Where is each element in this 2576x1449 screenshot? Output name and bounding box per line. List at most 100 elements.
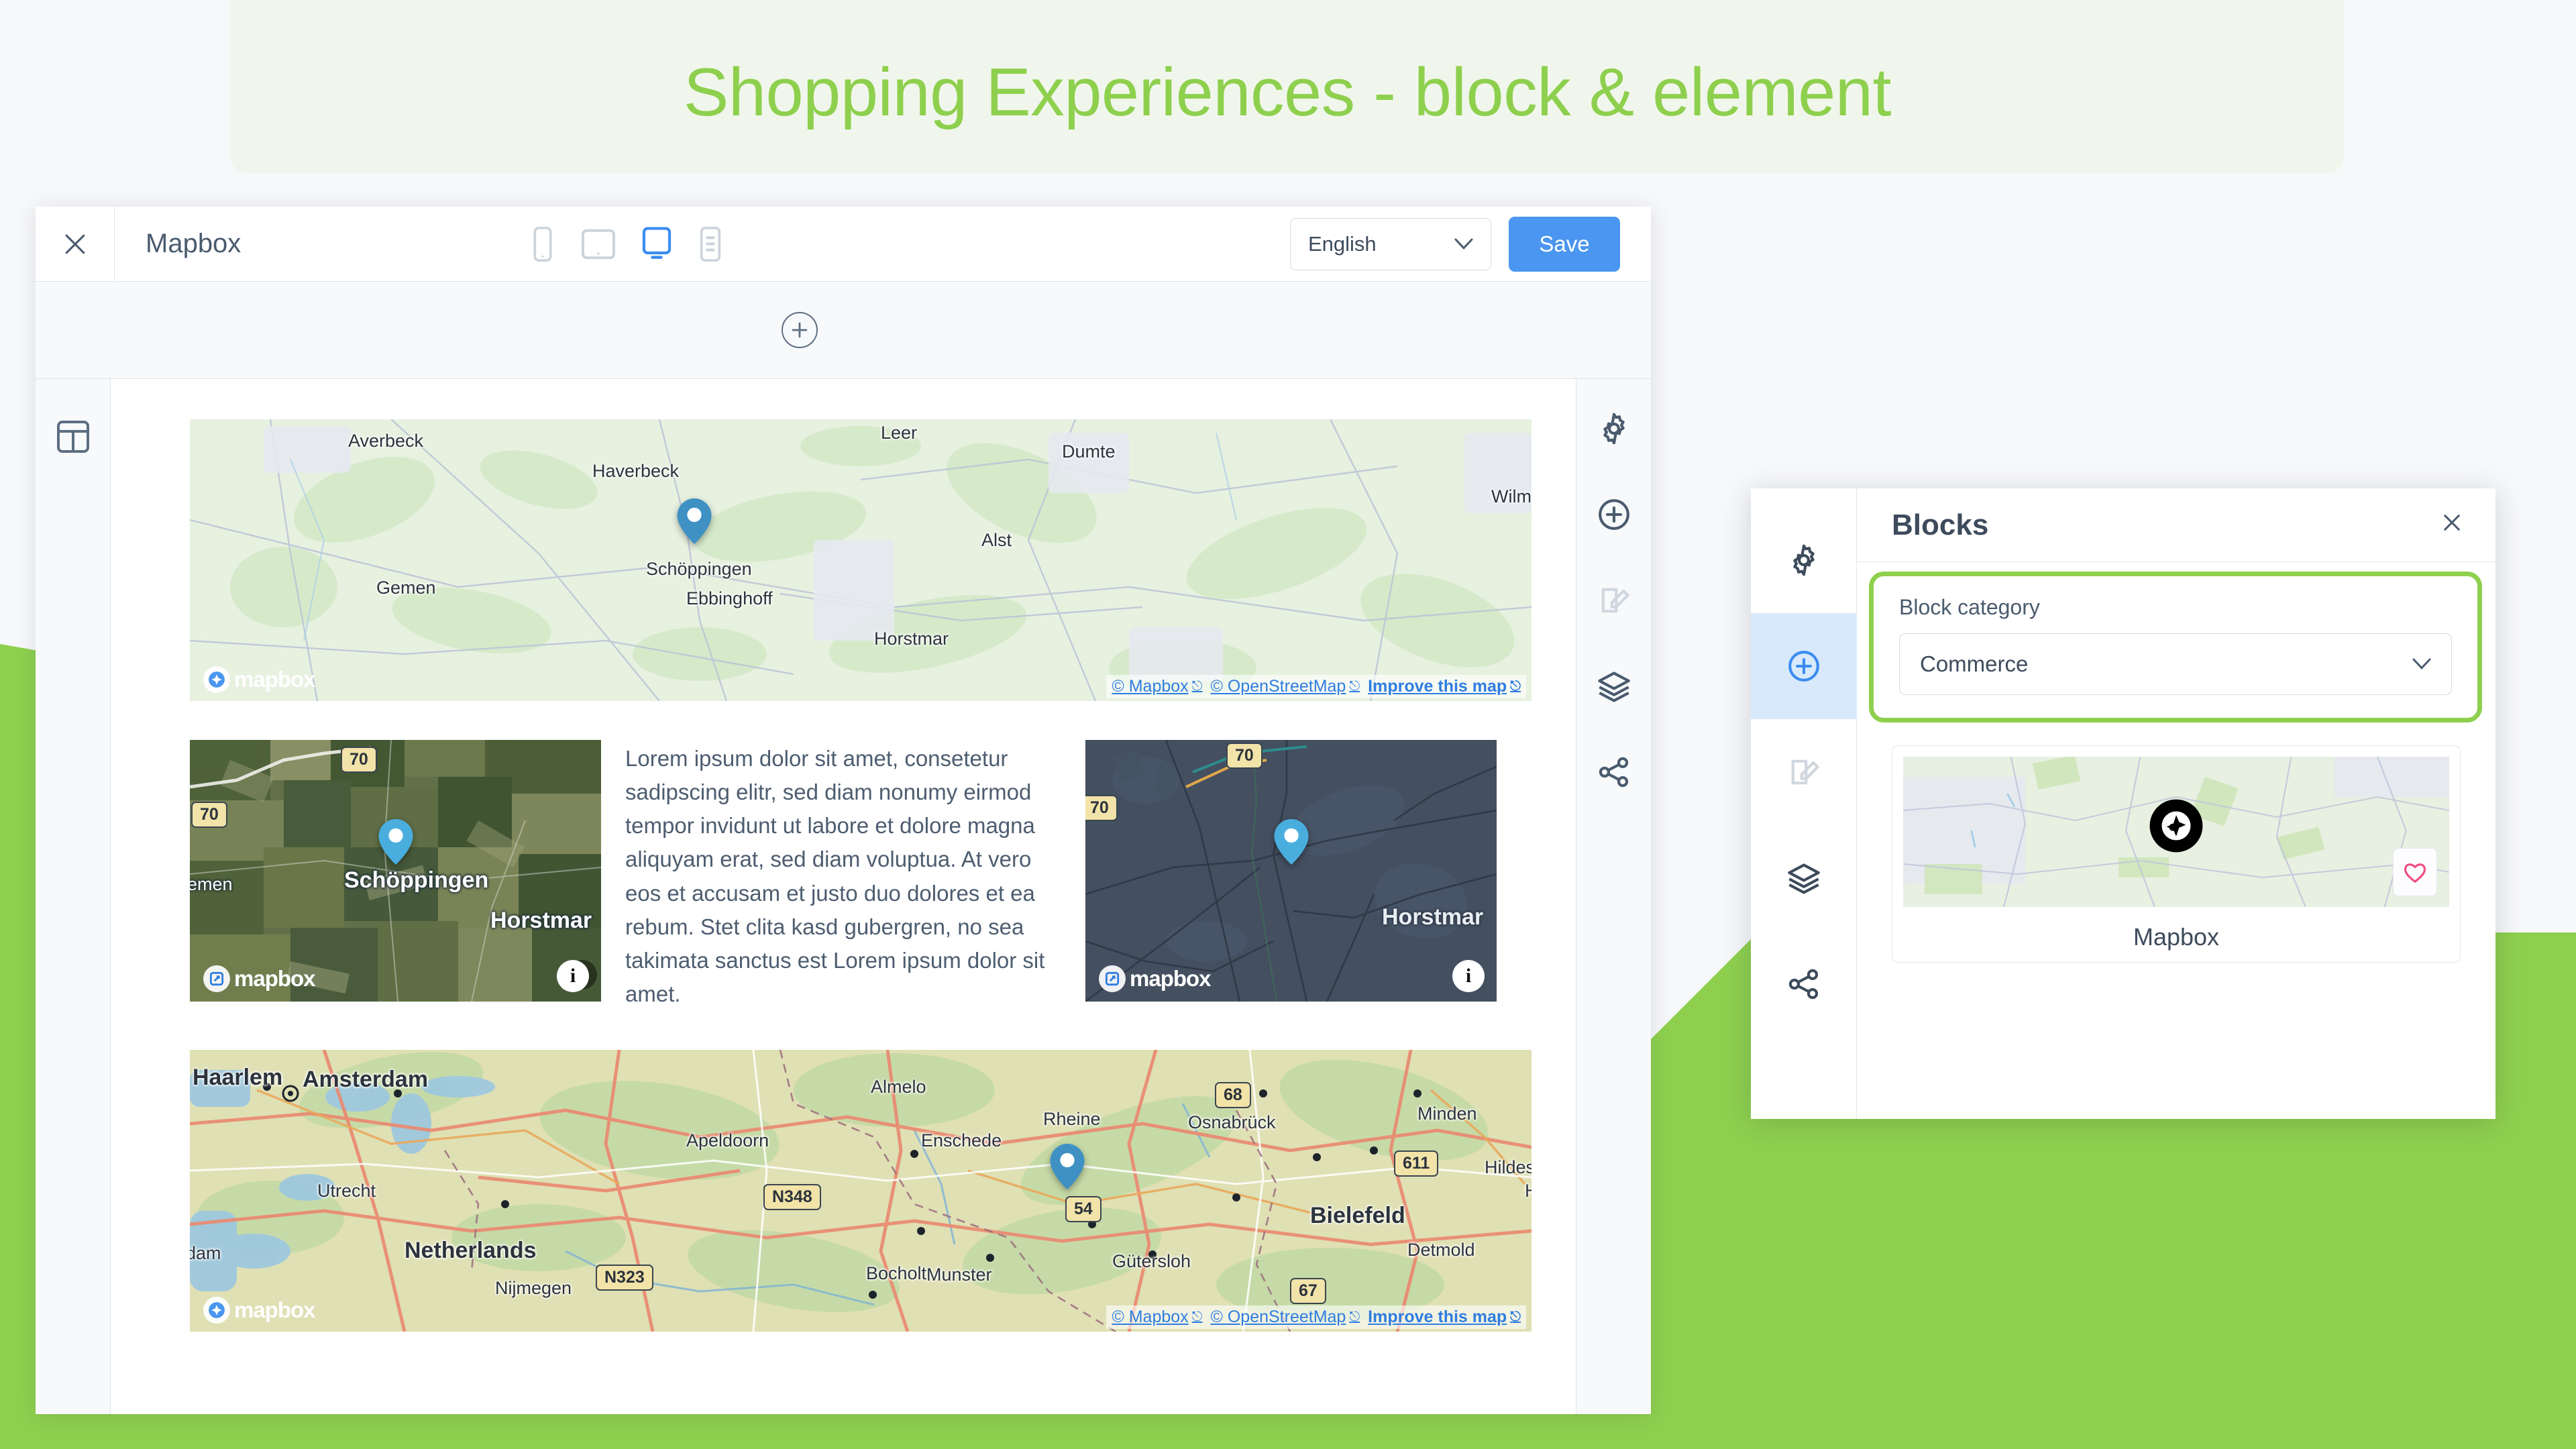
map-label: Minden <box>1417 1104 1477 1124</box>
mapbox-logo-icon <box>203 965 230 992</box>
mapbox-wordmark: mapbox <box>203 1297 316 1324</box>
page-banner: Shopping Experiences - block & element <box>231 0 2344 173</box>
map-info-button[interactable]: i <box>557 960 589 992</box>
map-info-button[interactable]: i <box>1452 960 1485 992</box>
heart-icon <box>2404 863 2426 883</box>
close-icon <box>65 234 85 254</box>
device-content-view-button[interactable] <box>697 226 724 262</box>
gear-icon <box>1603 413 1625 445</box>
panel-item-add-block[interactable] <box>1750 613 1857 719</box>
map-satellite-labels: Schöppingen Horstmar emen <box>190 740 601 1002</box>
editor-window: Mapbox English Save Averbeck Haverbeck L… <box>36 206 1651 1414</box>
language-select[interactable]: English <box>1290 217 1491 270</box>
highway-shield: 67 <box>1290 1278 1326 1305</box>
external-link-icon: ⎋ <box>1510 1309 1521 1325</box>
blocks-panel: Blocks Block category Commerce Mapbox <box>1750 488 2496 1119</box>
attribution-osm-link[interactable]: © OpenStreetMap ⎋ <box>1210 1307 1360 1327</box>
plus-circle-icon <box>1598 499 1629 530</box>
plus-circle-icon <box>792 322 808 338</box>
map-pin-icon <box>1050 1144 1085 1190</box>
attribution-improve-text: Improve this map <box>1368 1307 1507 1327</box>
editor-right-rail <box>1576 379 1651 1414</box>
page-title: Shopping Experiences - block & element <box>683 55 1892 130</box>
attribution-osm-link[interactable]: © OpenStreetMap ⎋ <box>1210 677 1360 696</box>
block-item-mapbox[interactable]: Mapbox <box>1892 745 2461 963</box>
mapbox-wordmark-text: mapbox <box>1130 966 1212 991</box>
close-editor-button[interactable] <box>36 206 115 282</box>
panel-item-edit-content[interactable] <box>1751 719 1857 825</box>
chevron-down-icon <box>1454 238 1473 250</box>
attribution-mapbox-link[interactable]: © Mapbox ⎋ <box>1112 1307 1202 1327</box>
external-link-icon: ⎋ <box>1191 1309 1203 1325</box>
device-tablet-button[interactable] <box>580 229 616 260</box>
external-link-icon: ⎋ <box>1349 1309 1360 1325</box>
edit-document-icon <box>1601 588 1629 613</box>
map-attribution: © Mapbox ⎋ © OpenStreetMap ⎋ Improve this … <box>1106 675 1526 698</box>
map-label: Netherlands <box>405 1238 537 1264</box>
body-paragraph: Lorem ipsum dolor sit amet, consetetur s… <box>625 746 1045 1007</box>
map-label: Leer <box>881 423 918 443</box>
panel-item-settings[interactable] <box>1751 507 1857 613</box>
mobile-icon <box>533 226 552 262</box>
gear-icon <box>1792 544 1815 576</box>
device-mobile-button[interactable] <box>529 226 556 262</box>
block-category-highlight: Block category Commerce <box>1869 572 2482 722</box>
map-label: Rheine <box>1043 1109 1101 1130</box>
highway-shield: N323 <box>596 1265 653 1291</box>
sidebar-item-sections[interactable] <box>56 419 91 458</box>
info-icon: i <box>570 965 576 987</box>
editor-toolbar: Mapbox English Save <box>36 206 1651 282</box>
edit-document-icon <box>1791 759 1819 785</box>
blocks-panel-close-button[interactable] <box>2439 510 2465 540</box>
sidebar-item-share[interactable] <box>1597 729 1631 815</box>
map-label: Alst <box>981 530 1012 550</box>
editor-title: Mapbox <box>146 229 241 258</box>
block-category-select[interactable]: Commerce <box>1899 633 2452 695</box>
map-label: Bocholt <box>866 1263 927 1284</box>
map-label: Bielefeld <box>1310 1203 1405 1229</box>
editor-canvas: Averbeck Haverbeck Leer Dumte Wilms Geme… <box>111 379 1576 1414</box>
highway-shield: 54 <box>1065 1196 1102 1223</box>
map-label: Munster <box>926 1265 992 1285</box>
sidebar-item-edit-content[interactable] <box>1597 557 1631 643</box>
map-wide[interactable]: Haarlem Amsterdam Almelo Apeldoorn Ensch… <box>190 1050 1532 1332</box>
attribution-improve-text: Improve this map <box>1368 677 1507 696</box>
attribution-improve-link[interactable]: Improve this map ⎋ <box>1368 1307 1521 1327</box>
map-dark-labels: Horstmar <box>1085 740 1497 1002</box>
plus-circle-icon <box>1788 651 1819 682</box>
map-pin-icon <box>1274 819 1309 865</box>
device-desktop-button[interactable] <box>641 227 673 262</box>
panel-item-share[interactable] <box>1751 931 1857 1037</box>
tablet-icon <box>582 229 616 259</box>
mapbox-logo-icon <box>2149 799 2203 853</box>
external-link-icon: ⎋ <box>1191 679 1203 694</box>
sidebar-item-layers[interactable] <box>1597 643 1631 729</box>
map-pin-icon <box>378 819 413 865</box>
block-category-label: Block category <box>1899 595 2040 619</box>
highway-shield: 68 <box>1215 1082 1251 1109</box>
blocks-panel-title: Blocks <box>1892 508 1989 541</box>
map-label: Ebbinghoff <box>686 588 773 608</box>
panel-item-layers[interactable] <box>1751 825 1857 931</box>
attribution-improve-link[interactable]: Improve this map ⎋ <box>1368 677 1521 696</box>
add-section-button[interactable] <box>782 312 818 348</box>
map-hero[interactable]: Averbeck Haverbeck Leer Dumte Wilms Geme… <box>190 419 1532 701</box>
blocks-panel-rail <box>1750 488 1857 1119</box>
map-label: Gemen <box>376 578 436 598</box>
map-label: Dumte <box>1062 441 1116 462</box>
sidebar-item-add-block[interactable] <box>1597 472 1631 557</box>
attribution-mapbox-link[interactable]: © Mapbox ⎋ <box>1112 677 1202 696</box>
favorite-button[interactable] <box>2393 848 2437 896</box>
highway-shield: 611 <box>1394 1150 1439 1177</box>
map-dark[interactable]: 70 70 Horstmar mapbox i <box>1085 740 1497 1002</box>
list-view-icon <box>700 226 721 262</box>
device-preview-group <box>529 226 724 262</box>
mapbox-wordmark-text: mapbox <box>234 966 316 991</box>
map-label: Detmold <box>1407 1240 1475 1260</box>
map-satellite[interactable]: 70 70 Schöppingen Horstmar emen mapbox i <box>190 740 601 1002</box>
sidebar-item-settings[interactable] <box>1597 386 1631 472</box>
map-label: Schöppingen <box>344 867 489 893</box>
add-section-bar <box>36 282 1651 379</box>
save-button[interactable]: Save <box>1509 216 1620 272</box>
mapbox-wordmark-text: mapbox <box>234 1297 316 1323</box>
